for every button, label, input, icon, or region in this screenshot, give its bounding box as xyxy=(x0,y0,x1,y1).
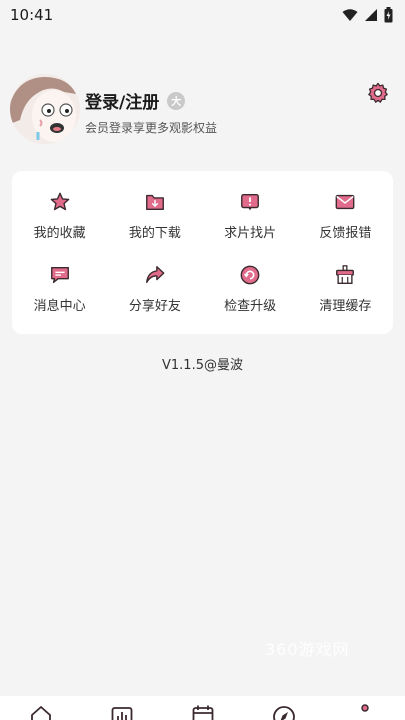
menu-item-downloads[interactable]: 我的下载 xyxy=(107,179,202,253)
mail-icon xyxy=(335,194,355,209)
profile-info: 登录/注册 大 会员登录享更多观影权益 xyxy=(85,88,217,136)
nav-home[interactable] xyxy=(26,704,56,720)
profile-icon xyxy=(360,704,369,712)
profile-subtitle: 会员登录享更多观影权益 xyxy=(85,121,218,135)
settings-button[interactable] xyxy=(367,82,389,104)
nav-profile[interactable] xyxy=(350,704,380,720)
menu-item-label: 检查升级 xyxy=(224,299,277,315)
version-text: V1.1.5@曼波 xyxy=(162,358,243,373)
menu-item-label: 清理缓存 xyxy=(319,299,372,315)
avatar[interactable] xyxy=(10,74,80,144)
bottom-nav xyxy=(0,696,405,720)
nav-schedule[interactable] xyxy=(188,704,218,720)
calendar-icon xyxy=(192,705,213,720)
menu-item-feedback[interactable]: 反馈报错 xyxy=(298,179,393,253)
status-bar: 10:41 xyxy=(0,0,405,30)
level-badge: 大 xyxy=(167,91,186,110)
cartoon-avatar-icon xyxy=(10,74,80,144)
nav-discover[interactable] xyxy=(269,704,299,720)
nav-rankings[interactable] xyxy=(107,704,137,720)
share-icon xyxy=(145,266,165,284)
menu-item-label: 求片找片 xyxy=(224,225,277,241)
download-folder-icon xyxy=(145,194,164,210)
compass-icon xyxy=(272,706,295,720)
profile-header[interactable]: 登录/注册 大 会员登录享更多观影权益 xyxy=(10,74,395,146)
menu-item-label: 分享好友 xyxy=(128,299,181,315)
signal-icon xyxy=(365,9,377,21)
gear-icon xyxy=(368,82,388,103)
login-register-link[interactable]: 登录/注册 xyxy=(85,88,159,113)
menu-item-label: 我的收藏 xyxy=(33,225,86,241)
chart-icon xyxy=(111,707,132,720)
menu-item-request[interactable]: 求片找片 xyxy=(203,179,298,253)
status-icons xyxy=(342,7,393,23)
status-time: 10:41 xyxy=(10,6,54,24)
menu-item-clear-cache[interactable]: 清理缓存 xyxy=(298,253,393,327)
menu-item-label: 反馈报错 xyxy=(319,225,372,241)
menu-item-messages[interactable]: 消息中心 xyxy=(12,253,107,327)
star-icon xyxy=(50,192,69,210)
menu-item-share[interactable]: 分享好友 xyxy=(107,253,202,327)
menu-item-label: 我的下载 xyxy=(128,225,181,241)
wifi-icon xyxy=(342,8,358,21)
menu-item-upgrade[interactable]: 检查升级 xyxy=(203,253,298,327)
battery-icon xyxy=(384,7,393,23)
home-icon xyxy=(30,706,51,720)
watermark: 360游戏网 xyxy=(265,640,350,659)
upgrade-icon xyxy=(240,265,260,285)
message-icon xyxy=(50,267,69,284)
menu-item-favorites[interactable]: 我的收藏 xyxy=(12,179,107,253)
clean-icon xyxy=(336,265,355,285)
menu-grid: 我的收藏 我的下载 求片找片 反馈报错 消息中心 分享好友 检查升级 清理缓存 xyxy=(12,171,393,334)
menu-item-label: 消息中心 xyxy=(33,299,86,315)
request-icon xyxy=(241,193,260,210)
